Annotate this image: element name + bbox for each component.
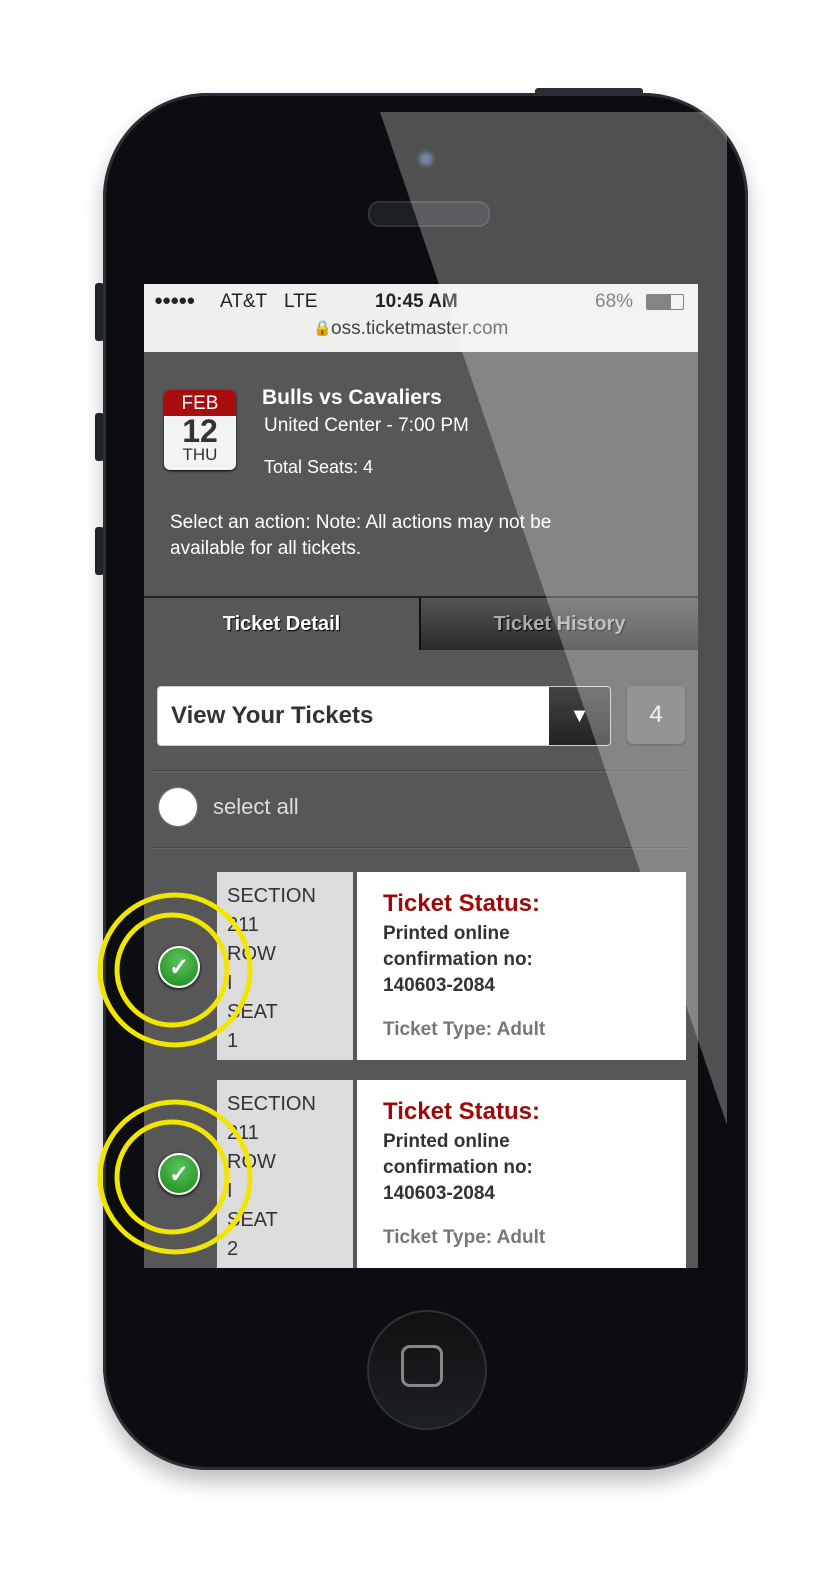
tab-ticket-history[interactable]: Ticket History: [419, 598, 698, 650]
ticket-status-panel: Ticket Status: Printed online confirmati…: [357, 872, 686, 1060]
row-label: ROW: [227, 943, 276, 965]
calendar-icon: FEB 12 THU: [164, 390, 236, 470]
section-value: 211: [227, 914, 259, 936]
chevron-down-icon[interactable]: ▼: [549, 687, 610, 745]
home-square-icon: [401, 1345, 443, 1387]
phone-screen: ●●●●● AT&T LTE 10:45 AM 68% 🔒 oss.ticket…: [144, 284, 698, 1268]
event-venue-time: United Center - 7:00 PM: [264, 415, 469, 436]
row-value: I: [227, 972, 233, 994]
ticket-count-badge: 4: [627, 686, 685, 744]
row-value: I: [227, 1180, 233, 1202]
status-line: Printed online: [383, 1131, 510, 1152]
ticket-status-title: Ticket Status:: [383, 1098, 540, 1125]
lock-icon: 🔒: [313, 320, 332, 337]
battery-percent: 68%: [595, 291, 634, 312]
event-title: Bulls vs Cavaliers: [262, 386, 442, 409]
ticket-status-title: Ticket Status:: [383, 890, 540, 917]
network: LTE: [284, 291, 318, 312]
status-bar: ●●●●● AT&T LTE 10:45 AM 68% 🔒 oss.ticket…: [144, 284, 698, 352]
section-label: SECTION: [227, 885, 316, 907]
ticket-status-panel: Ticket Status: Printed online confirmati…: [357, 1080, 686, 1268]
tab-ticket-detail[interactable]: Ticket Detail: [144, 598, 419, 650]
ticket-card[interactable]: SECTION 211 ROW I SEAT 1 Ticket Status: …: [217, 872, 686, 1060]
status-line: Printed online: [383, 923, 510, 944]
action-select[interactable]: View Your Tickets ▼: [157, 686, 611, 746]
seat-info: SECTION 211 ROW I SEAT 2: [217, 1080, 353, 1268]
checkmark-icon[interactable]: ✓: [158, 946, 200, 988]
event-day: 12: [182, 413, 218, 449]
select-all-label: select all: [213, 794, 299, 819]
seat-value: 2: [227, 1238, 239, 1260]
checkmark-icon[interactable]: ✓: [158, 1153, 200, 1195]
status-line: confirmation no:: [383, 1157, 533, 1178]
signal-icon: ●●●●●: [154, 292, 195, 309]
speaker-grille: [368, 201, 490, 227]
ticket-type: Ticket Type: Adult: [383, 1019, 546, 1040]
seat-info: SECTION 211 ROW I SEAT 1: [217, 872, 353, 1060]
ticket-card[interactable]: SECTION 211 ROW I SEAT 2 Ticket Status: …: [217, 1080, 686, 1268]
section-label: SECTION: [227, 1093, 316, 1115]
select-all-radio[interactable]: [159, 788, 197, 826]
action-select-value: View Your Tickets: [171, 702, 374, 729]
confirmation-number: 140603-2084: [383, 1183, 495, 1204]
camera-icon: [415, 148, 437, 170]
row-label: ROW: [227, 1151, 276, 1173]
action-note: Select an action: Note: All actions may …: [170, 512, 552, 559]
status-line: confirmation no:: [383, 949, 533, 970]
event-weekday: THU: [182, 445, 218, 464]
section-value: 211: [227, 1122, 259, 1144]
carrier: AT&T: [220, 291, 268, 312]
seat-label: SEAT: [227, 1001, 278, 1023]
ticket-type: Ticket Type: Adult: [383, 1227, 546, 1248]
url-field[interactable]: oss.ticketmaster.com: [331, 318, 508, 340]
battery-icon: [646, 294, 684, 310]
clock: 10:45 AM: [375, 291, 458, 312]
total-seats: Total Seats: 4: [264, 457, 374, 477]
seat-value: 1: [227, 1030, 239, 1052]
seat-label: SEAT: [227, 1209, 278, 1231]
confirmation-number: 140603-2084: [383, 975, 495, 996]
